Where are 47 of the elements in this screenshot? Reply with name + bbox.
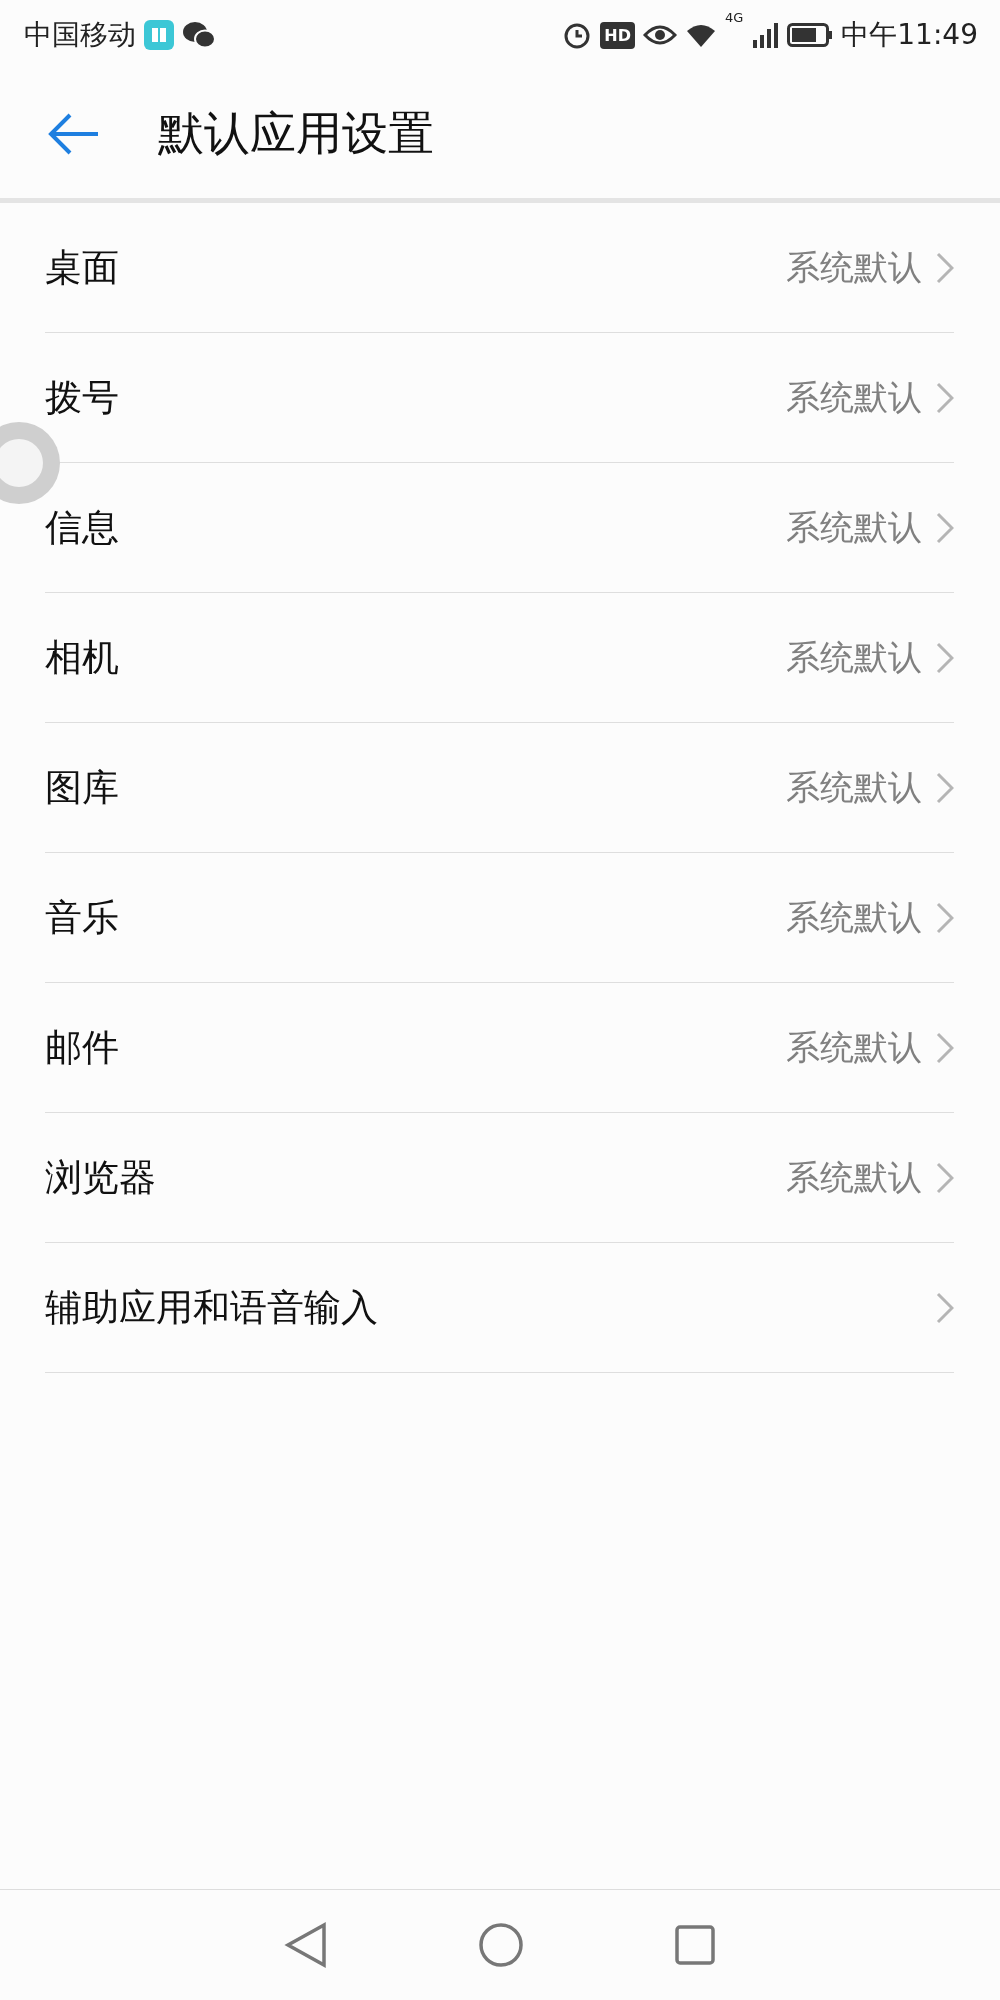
row-value: 系统默认 (786, 375, 922, 419)
settings-row[interactable]: 音乐 系统默认 (45, 853, 954, 983)
eye-icon (642, 23, 677, 47)
row-label: 拨号 (45, 374, 120, 421)
home-nav-button[interactable] (478, 1922, 524, 1968)
row-label: 邮件 (45, 1024, 120, 1071)
chevron-right-icon (936, 381, 954, 414)
row-value: 系统默认 (786, 505, 922, 549)
recents-nav-button[interactable] (674, 1924, 716, 1966)
row-label: 辅助应用和语音输入 (45, 1284, 379, 1331)
carrier-name: 中国移动 (24, 17, 136, 53)
row-label: 图库 (45, 764, 120, 811)
settings-row[interactable]: 邮件 系统默认 (45, 983, 954, 1113)
settings-row[interactable]: 图库 系统默认 (45, 723, 954, 853)
network-type: 4G (724, 10, 744, 25)
chevron-right-icon (936, 641, 954, 674)
row-value: 系统默认 (786, 245, 922, 289)
row-label: 浏览器 (45, 1154, 157, 1201)
chevron-right-icon (936, 1031, 954, 1064)
hd-badge: HD (600, 21, 635, 49)
row-value: 系统默认 (786, 765, 922, 809)
row-value: 系统默认 (786, 1155, 922, 1199)
back-nav-button[interactable] (284, 1922, 328, 1968)
wifi-icon (684, 22, 717, 48)
chevron-right-icon (936, 771, 954, 804)
row-value: 系统默认 (786, 895, 922, 939)
chevron-right-icon (936, 1291, 954, 1324)
chevron-right-icon (936, 901, 954, 934)
chat-app-icon (182, 20, 216, 50)
chevron-right-icon (936, 251, 954, 284)
clock-time: 中午11:49 (841, 17, 978, 53)
signal-icon (751, 22, 780, 48)
chevron-right-icon (936, 511, 954, 544)
page-title: 默认应用设置 (158, 105, 434, 162)
back-button[interactable] (48, 112, 100, 156)
row-value: 系统默认 (786, 635, 922, 679)
settings-row[interactable]: 辅助应用和语音输入 (45, 1243, 954, 1373)
row-label: 相机 (45, 634, 120, 681)
row-value: 系统默认 (786, 1025, 922, 1069)
settings-row[interactable]: 相机 系统默认 (45, 593, 954, 723)
chevron-right-icon (936, 1161, 954, 1194)
settings-row[interactable]: 浏览器 系统默认 (45, 1113, 954, 1243)
battery-icon (787, 23, 834, 47)
settings-row[interactable]: 桌面 系统默认 (45, 203, 954, 333)
row-label: 信息 (45, 504, 120, 551)
row-label: 音乐 (45, 894, 120, 941)
row-label: 桌面 (45, 244, 120, 291)
